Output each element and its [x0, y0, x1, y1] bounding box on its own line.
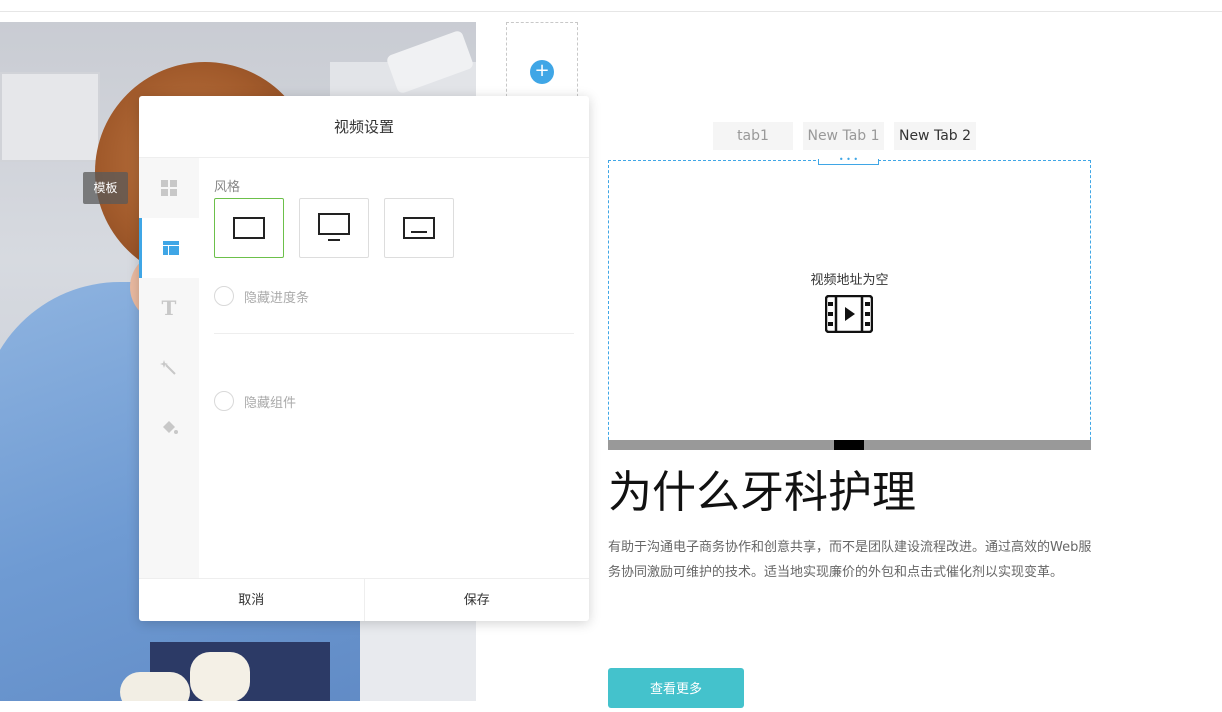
film-play-icon: [825, 295, 873, 333]
top-bar: [0, 0, 1222, 12]
hide-component-label: 隐藏组件: [244, 395, 297, 411]
sidebar-effects[interactable]: [139, 338, 199, 398]
video-progress-bar[interactable]: [608, 440, 1091, 450]
video-settings-modal: 视频设置 T 风格 隐藏进度条 隐藏组件 取消 保存: [139, 96, 589, 621]
section-heading: 为什么牙科护理: [608, 467, 916, 518]
progress-knob[interactable]: [834, 440, 864, 450]
section-paragraph: 有助于沟通电子商务协作和创意共享，而不是团队建设流程改进。通过高效的Web服务协…: [608, 540, 1092, 580]
grid-icon: [161, 180, 177, 196]
tab-tab1[interactable]: tab1: [713, 122, 793, 150]
sidebar-text[interactable]: T: [139, 278, 199, 338]
divider: [214, 333, 574, 334]
tab-new-tab-2[interactable]: New Tab 2: [894, 122, 976, 150]
monitor-icon: [318, 213, 350, 241]
modal-footer: 取消 保存: [139, 578, 589, 621]
modal-title: 视频设置: [139, 96, 589, 158]
style-option-plain[interactable]: [214, 198, 284, 258]
cancel-button[interactable]: 取消: [139, 579, 364, 621]
hide-progress-radio[interactable]: [214, 286, 234, 306]
hide-progress-label: 隐藏进度条: [244, 290, 310, 306]
style-label: 风格: [214, 180, 241, 195]
sidebar-grid[interactable]: [139, 158, 199, 218]
magic-icon: [160, 360, 176, 375]
drag-handle[interactable]: • • •: [818, 156, 879, 165]
frame-plain-icon: [233, 217, 265, 239]
style-option-monitor[interactable]: [299, 198, 369, 258]
add-button[interactable]: +: [530, 60, 554, 84]
view-more-button[interactable]: 查看更多: [608, 668, 744, 708]
text-icon: T: [161, 296, 177, 320]
layout-icon: [162, 241, 179, 255]
modal-sidebar: T: [139, 158, 199, 578]
sidebar-fill[interactable]: [139, 398, 199, 458]
modal-body: 风格 隐藏进度条 隐藏组件: [199, 158, 589, 578]
hide-component-row[interactable]: 隐藏组件: [214, 391, 296, 411]
plus-icon: +: [534, 60, 550, 81]
template-tag[interactable]: 模板: [83, 172, 128, 204]
sidebar-layout[interactable]: [139, 218, 199, 278]
style-option-controls[interactable]: [384, 198, 454, 258]
hide-component-radio[interactable]: [214, 391, 234, 411]
video-empty-text: 视频地址为空: [810, 273, 889, 288]
hide-progress-row[interactable]: 隐藏进度条: [214, 286, 309, 306]
paint-bucket-icon: [163, 421, 178, 434]
tab-new-tab-1[interactable]: New Tab 1: [803, 122, 884, 150]
save-button[interactable]: 保存: [363, 579, 590, 621]
frame-controls-icon: [403, 217, 435, 239]
